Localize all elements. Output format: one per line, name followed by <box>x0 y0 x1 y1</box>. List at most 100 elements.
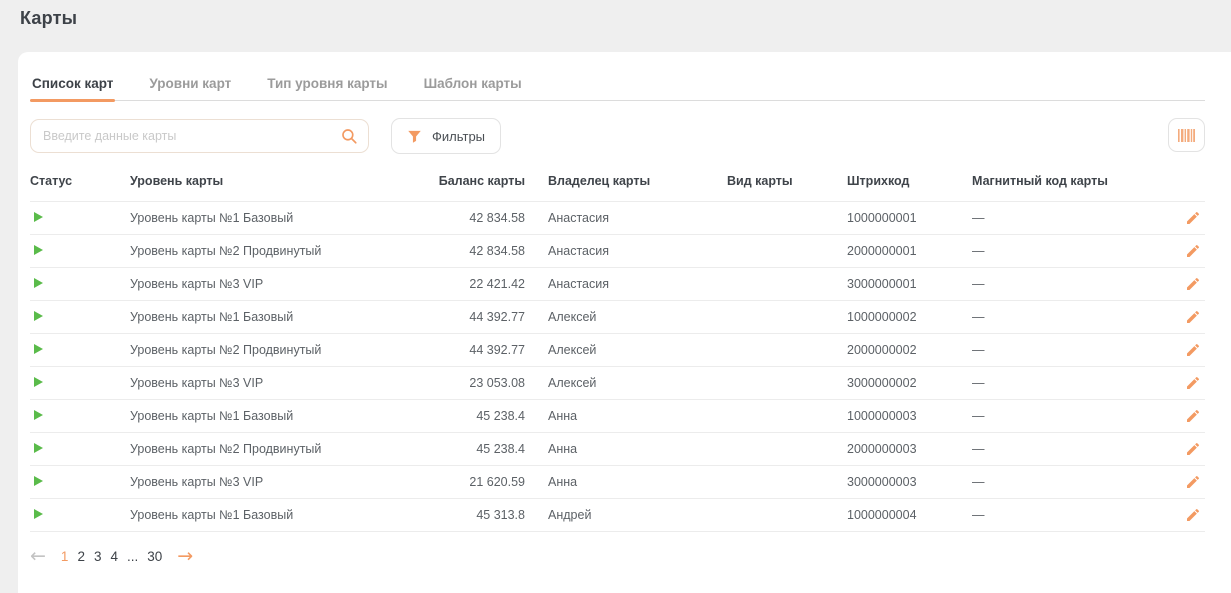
row-status-cell <box>30 400 130 433</box>
row-actions-cell <box>1162 499 1205 532</box>
tab-card-level-type[interactable]: Тип уровня карты <box>265 70 389 100</box>
col-level: Уровень карты <box>130 158 430 202</box>
row-owner: Анастасия <box>525 268 727 301</box>
filters-button-label: Фильтры <box>432 129 485 144</box>
pagination-page[interactable]: 1 <box>61 549 69 564</box>
edit-row-button[interactable] <box>1183 340 1203 360</box>
row-card-type <box>727 235 847 268</box>
row-level: Уровень карты №1 Базовый <box>130 400 430 433</box>
table-header-row: Статус Уровень карты Баланс карты Владел… <box>30 158 1205 202</box>
col-status: Статус <box>30 158 130 202</box>
col-barcode: Штрихкод <box>847 158 972 202</box>
row-status-cell <box>30 499 130 532</box>
page-title: Карты <box>20 8 77 29</box>
row-level: Уровень карты №1 Базовый <box>130 499 430 532</box>
row-card-type <box>727 268 847 301</box>
row-actions-cell <box>1162 202 1205 235</box>
content-card: Список карт Уровни карт Тип уровня карты… <box>18 52 1231 593</box>
table-row: Уровень карты №3 VIP 23 053.08 Алексей 3… <box>30 367 1205 400</box>
pagination-next-arrow-icon[interactable]: → <box>177 547 193 566</box>
pencil-edit-icon <box>1185 309 1201 325</box>
pagination: ← 1234... 30 → <box>30 547 1205 566</box>
tab-bar: Список карт Уровни карт Тип уровня карты… <box>30 66 1205 101</box>
col-actions <box>1162 158 1205 202</box>
row-magnetic-code: — <box>972 235 1162 268</box>
search-wrap <box>30 119 369 153</box>
row-owner: Андрей <box>525 499 727 532</box>
edit-row-button[interactable] <box>1183 274 1203 294</box>
status-active-icon <box>34 509 43 519</box>
tab-card-levels[interactable]: Уровни карт <box>147 70 233 100</box>
row-card-type <box>727 367 847 400</box>
row-magnetic-code: — <box>972 334 1162 367</box>
col-magnetic-code: Магнитный код карты <box>972 158 1162 202</box>
row-actions-cell <box>1162 268 1205 301</box>
row-actions-cell <box>1162 400 1205 433</box>
row-level: Уровень карты №3 VIP <box>130 466 430 499</box>
pagination-prev-arrow-icon[interactable]: ← <box>30 547 46 566</box>
pencil-edit-icon <box>1185 342 1201 358</box>
pencil-edit-icon <box>1185 375 1201 391</box>
row-magnetic-code: — <box>972 202 1162 235</box>
row-card-type <box>727 334 847 367</box>
row-balance: 23 053.08 <box>430 367 525 400</box>
status-active-icon <box>34 311 43 321</box>
edit-row-button[interactable] <box>1183 472 1203 492</box>
table-body: Уровень карты №1 Базовый 42 834.58 Анаст… <box>30 202 1205 532</box>
barcode-view-button[interactable] <box>1168 118 1205 152</box>
row-status-cell <box>30 301 130 334</box>
pagination-ellipsis: ... <box>127 549 138 564</box>
row-level: Уровень карты №1 Базовый <box>130 301 430 334</box>
funnel-icon <box>407 129 422 144</box>
status-active-icon <box>34 476 43 486</box>
edit-row-button[interactable] <box>1183 241 1203 261</box>
row-level: Уровень карты №2 Продвинутый <box>130 433 430 466</box>
pencil-edit-icon <box>1185 243 1201 259</box>
search-input[interactable] <box>30 119 369 153</box>
row-balance: 22 421.42 <box>430 268 525 301</box>
status-active-icon <box>34 212 43 222</box>
status-active-icon <box>34 410 43 420</box>
row-owner: Анастасия <box>525 235 727 268</box>
table-row: Уровень карты №1 Базовый 45 313.8 Андрей… <box>30 499 1205 532</box>
row-owner: Анна <box>525 466 727 499</box>
tab-card-template[interactable]: Шаблон карты <box>422 70 524 100</box>
row-card-type <box>727 301 847 334</box>
row-owner: Алексей <box>525 334 727 367</box>
row-level: Уровень карты №1 Базовый <box>130 202 430 235</box>
row-status-cell <box>30 202 130 235</box>
tab-card-list[interactable]: Список карт <box>30 70 115 100</box>
row-owner: Анастасия <box>525 202 727 235</box>
edit-row-button[interactable] <box>1183 406 1203 426</box>
edit-row-button[interactable] <box>1183 505 1203 525</box>
row-barcode: 1000000004 <box>847 499 972 532</box>
row-barcode: 1000000003 <box>847 400 972 433</box>
pagination-page[interactable]: 30 <box>147 549 162 564</box>
edit-row-button[interactable] <box>1183 307 1203 327</box>
table-row: Уровень карты №3 VIP 22 421.42 Анастасия… <box>30 268 1205 301</box>
edit-row-button[interactable] <box>1183 373 1203 393</box>
row-magnetic-code: — <box>972 499 1162 532</box>
row-balance: 42 834.58 <box>430 202 525 235</box>
row-actions-cell <box>1162 367 1205 400</box>
table-row: Уровень карты №1 Базовый 42 834.58 Анаст… <box>30 202 1205 235</box>
pagination-page[interactable]: 2 <box>77 549 85 564</box>
row-balance: 44 392.77 <box>430 301 525 334</box>
search-icon[interactable] <box>340 127 358 145</box>
row-status-cell <box>30 367 130 400</box>
edit-row-button[interactable] <box>1183 208 1203 228</box>
pagination-page[interactable]: 4 <box>110 549 118 564</box>
row-balance: 42 834.58 <box>430 235 525 268</box>
row-magnetic-code: — <box>972 268 1162 301</box>
row-status-cell <box>30 235 130 268</box>
row-barcode: 2000000001 <box>847 235 972 268</box>
row-card-type <box>727 202 847 235</box>
edit-row-button[interactable] <box>1183 439 1203 459</box>
cards-table: Статус Уровень карты Баланс карты Владел… <box>30 158 1205 532</box>
pagination-pages: 1234... 30 <box>61 549 162 564</box>
row-barcode: 3000000001 <box>847 268 972 301</box>
row-magnetic-code: — <box>972 301 1162 334</box>
row-barcode: 1000000002 <box>847 301 972 334</box>
filters-button[interactable]: Фильтры <box>391 118 501 154</box>
pagination-page[interactable]: 3 <box>94 549 102 564</box>
